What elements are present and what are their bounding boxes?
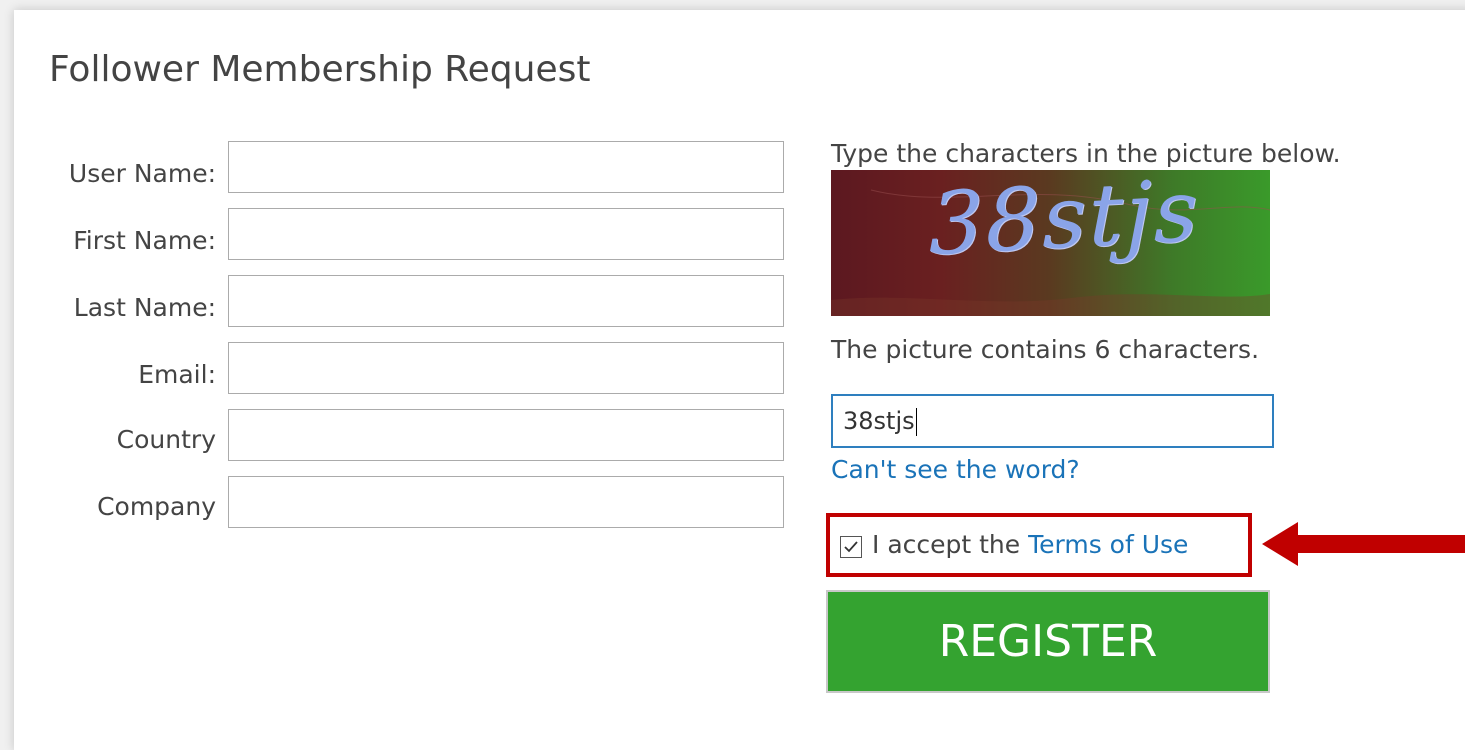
terms-of-use-link[interactable]: Terms of Use [1028, 530, 1188, 560]
arrow-left-icon [1262, 522, 1465, 566]
company-label: Company [97, 492, 216, 521]
captcha-input[interactable]: 38stjs [831, 394, 1274, 448]
company-input[interactable] [228, 476, 784, 528]
page-title: Follower Membership Request [49, 49, 591, 90]
text-caret [915, 408, 917, 436]
first-name-input[interactable] [228, 208, 784, 260]
register-button[interactable]: REGISTER [826, 590, 1270, 693]
cant-see-word-text[interactable]: Can't see the word? [831, 455, 1080, 484]
username-label: User Name: [68, 159, 216, 188]
captcha-count-text: The picture contains 6 characters. [831, 335, 1260, 364]
last-name-input[interactable] [228, 275, 784, 327]
country-input[interactable] [228, 409, 784, 461]
email-input[interactable] [228, 342, 784, 394]
captcha-text: 38stjs [929, 170, 1200, 276]
terms-prefix: I accept the [872, 530, 1029, 559]
captcha-image: 38stjs [831, 170, 1270, 316]
terms-row: I accept the Terms of Use [840, 530, 1188, 560]
captcha-input-value: 38stjs [843, 407, 915, 435]
checkmark-icon [844, 540, 858, 552]
last-name-label: Last Name: [73, 293, 216, 322]
email-label: Email: [138, 360, 216, 389]
first-name-label: First Name: [73, 226, 216, 255]
terms-checkbox[interactable] [840, 535, 862, 558]
country-label: Country [116, 425, 216, 454]
username-input[interactable] [228, 141, 784, 193]
cant-see-word-link[interactable]: Can't see the word? [831, 455, 1080, 485]
captcha-instruction: Type the characters in the picture below… [831, 139, 1341, 168]
